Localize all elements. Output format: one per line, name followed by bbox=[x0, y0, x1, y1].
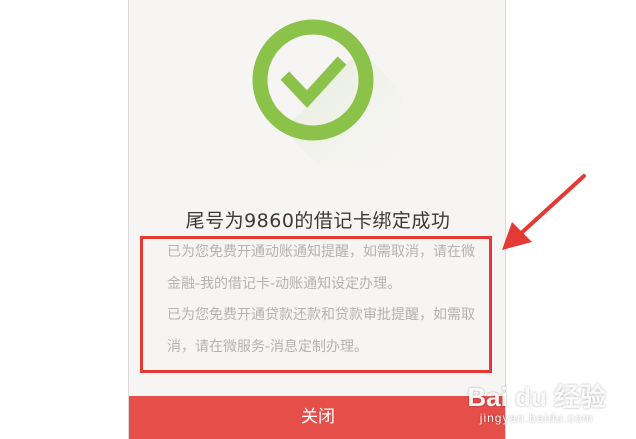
arrow-icon bbox=[502, 174, 586, 250]
notice-paragraph-loan: 已为您免费开通贷款还款和贷款审批提醒，如需取消，请在微服务-消息定制办理。 bbox=[167, 307, 475, 355]
check-circle-icon bbox=[252, 19, 401, 168]
screenshot-page: 尾号为9860的借记卡绑定成功 已为您免费开通动账通知提醒，如需取消，请在微金融… bbox=[0, 0, 636, 439]
notice-paragraph-sms: 已为您免费开通动账通知提醒，如需取消，请在微金融-我的借记卡-动账通知设定办理。 bbox=[167, 244, 475, 292]
watermark-url: jingyan.baidu.com bbox=[479, 411, 594, 425]
close-button[interactable]: 关闭 bbox=[129, 396, 505, 439]
bind-success-title: 尾号为9860的借记卡绑定成功 bbox=[185, 210, 451, 232]
watermark-logo: Bai du 经验 bbox=[467, 383, 606, 411]
watermark-brand: Bai du 经验 bbox=[467, 382, 606, 412]
baidu-jingyan-watermark: Bai du 经验 jingyan.baidu.com bbox=[467, 383, 606, 425]
notice-text: 已为您免费开通动账通知提醒，如需取消，请在微金融-我的借记卡-动账通知设定办理。… bbox=[167, 237, 485, 363]
success-dialog: 尾号为9860的借记卡绑定成功 已为您免费开通动账通知提醒，如需取消，请在微金融… bbox=[128, 0, 506, 439]
